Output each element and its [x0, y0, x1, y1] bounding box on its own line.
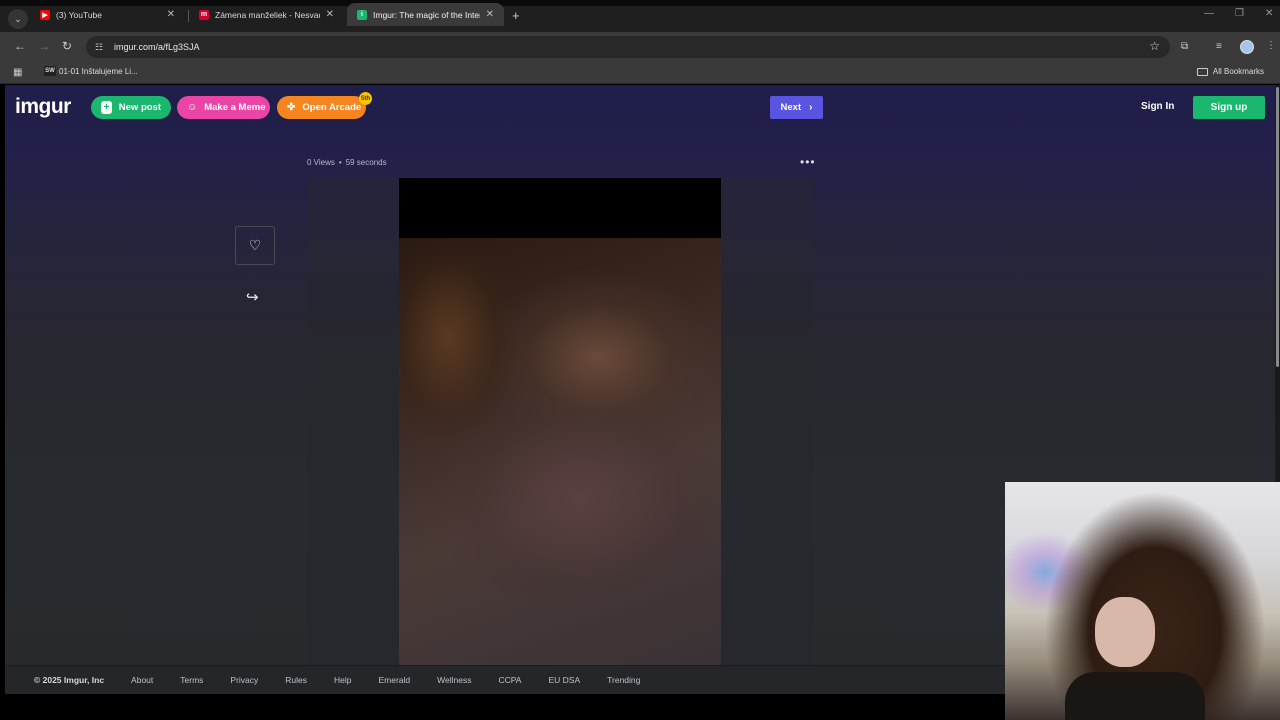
youtube-icon: ▶	[40, 9, 50, 20]
markiza-icon: m	[199, 9, 209, 20]
close-window-icon[interactable]: ✕	[1265, 8, 1273, 19]
bookmark-item[interactable]: SW 01-01 Inštalujeme Li...	[44, 66, 138, 76]
more-options-icon[interactable]: •••	[800, 155, 816, 169]
back-icon[interactable]: ←	[14, 39, 26, 53]
close-tab-icon[interactable]: ✕	[167, 9, 175, 20]
open-arcade-button[interactable]: ✜ Open Arcade	[277, 96, 366, 119]
new-post-button[interactable]: + New post	[91, 96, 171, 119]
footer-link-wellness[interactable]: Wellness	[437, 675, 471, 685]
extensions-icon[interactable]: ⧉	[1181, 41, 1188, 52]
apps-grid-icon[interactable]: ▦	[13, 67, 22, 78]
sign-up-button[interactable]: Sign up	[1193, 96, 1265, 119]
restore-icon[interactable]: ❐	[1235, 8, 1244, 19]
next-button[interactable]: Next ›	[770, 96, 823, 119]
tab-imgur[interactable]: i Imgur: The magic of the Interne ✕	[347, 3, 504, 26]
minimize-icon[interactable]: —	[1204, 8, 1214, 19]
forward-icon[interactable]: →	[38, 39, 50, 53]
footer-link-emerald[interactable]: Emerald	[379, 675, 411, 685]
footer-link-privacy[interactable]: Privacy	[230, 675, 258, 685]
share-arrow-icon[interactable]: ↪	[246, 288, 259, 306]
chevron-right-icon: ›	[809, 102, 813, 113]
reload-icon[interactable]: ↻	[62, 39, 72, 53]
plus-icon: +	[101, 101, 112, 114]
favorite-heart-icon[interactable]: ♡	[235, 226, 275, 265]
profile-avatar[interactable]	[1240, 40, 1254, 54]
webcam-face	[1095, 597, 1155, 667]
gamepad-icon: ✜	[287, 102, 296, 113]
address-bar-row: ← → ↻ ☷ imgur.com/a/fLg3SJA ☆ ⧉ ≡ ⋮	[0, 32, 1280, 62]
footer-link-eu-dsa[interactable]: EU DSA	[548, 675, 580, 685]
browser-menu-icon[interactable]: ⋮	[1266, 40, 1276, 51]
bookmark-star-icon[interactable]: ☆	[1149, 39, 1160, 53]
webcam-overlay	[1005, 482, 1280, 720]
media-control-icon[interactable]: ≡	[1216, 41, 1222, 52]
scrollbar-thumb[interactable]	[1276, 87, 1279, 367]
view-count: 0 Views	[307, 158, 335, 167]
post-meta: 0 Views • 59 seconds	[307, 158, 387, 167]
arcade-badge: 5th	[359, 92, 372, 105]
close-tab-icon[interactable]: ✕	[486, 9, 494, 20]
footer-link-about[interactable]: About	[131, 675, 153, 685]
bookmark-favicon: SW	[44, 66, 56, 76]
sign-in-link[interactable]: Sign In	[1141, 101, 1174, 112]
webcam-shirt	[1065, 672, 1205, 720]
close-tab-icon[interactable]: ✕	[326, 9, 334, 20]
tab-youtube[interactable]: ▶ (3) YouTube ✕	[30, 3, 185, 26]
url-text[interactable]: imgur.com/a/fLg3SJA	[114, 42, 200, 52]
copyright: © 2025 Imgur, Inc	[34, 675, 105, 685]
tab-search-icon[interactable]: ⌄	[8, 9, 28, 29]
make-meme-button[interactable]: ☺ Make a Meme	[177, 96, 270, 119]
video-frame	[399, 238, 721, 665]
footer-link-ccpa[interactable]: CCPA	[498, 675, 521, 685]
new-tab-icon[interactable]: +	[512, 8, 520, 23]
all-bookmarks[interactable]: All Bookmarks	[1196, 67, 1264, 76]
imgur-icon: i	[357, 9, 367, 20]
meme-icon: ☺	[187, 102, 198, 113]
post-age: 59 seconds	[345, 158, 387, 167]
imgur-logo[interactable]: imgur	[15, 95, 71, 119]
folder-icon	[1196, 67, 1208, 76]
footer-link-help[interactable]: Help	[334, 675, 351, 685]
footer-link-rules[interactable]: Rules	[285, 675, 307, 685]
footer-link-trending[interactable]: Trending	[607, 675, 640, 685]
footer-link-terms[interactable]: Terms	[180, 675, 203, 685]
bookmarks-bar: ▦ SW 01-01 Inštalujeme Li... All Bookmar…	[0, 62, 1280, 84]
tab-markiza[interactable]: m Zámena manželiek - Nesvady/N ✕	[189, 3, 344, 26]
post-video[interactable]	[399, 178, 721, 665]
omnibox[interactable]: ☷ imgur.com/a/fLg3SJA ☆	[86, 36, 1170, 58]
site-info-icon[interactable]: ☷	[92, 40, 106, 54]
